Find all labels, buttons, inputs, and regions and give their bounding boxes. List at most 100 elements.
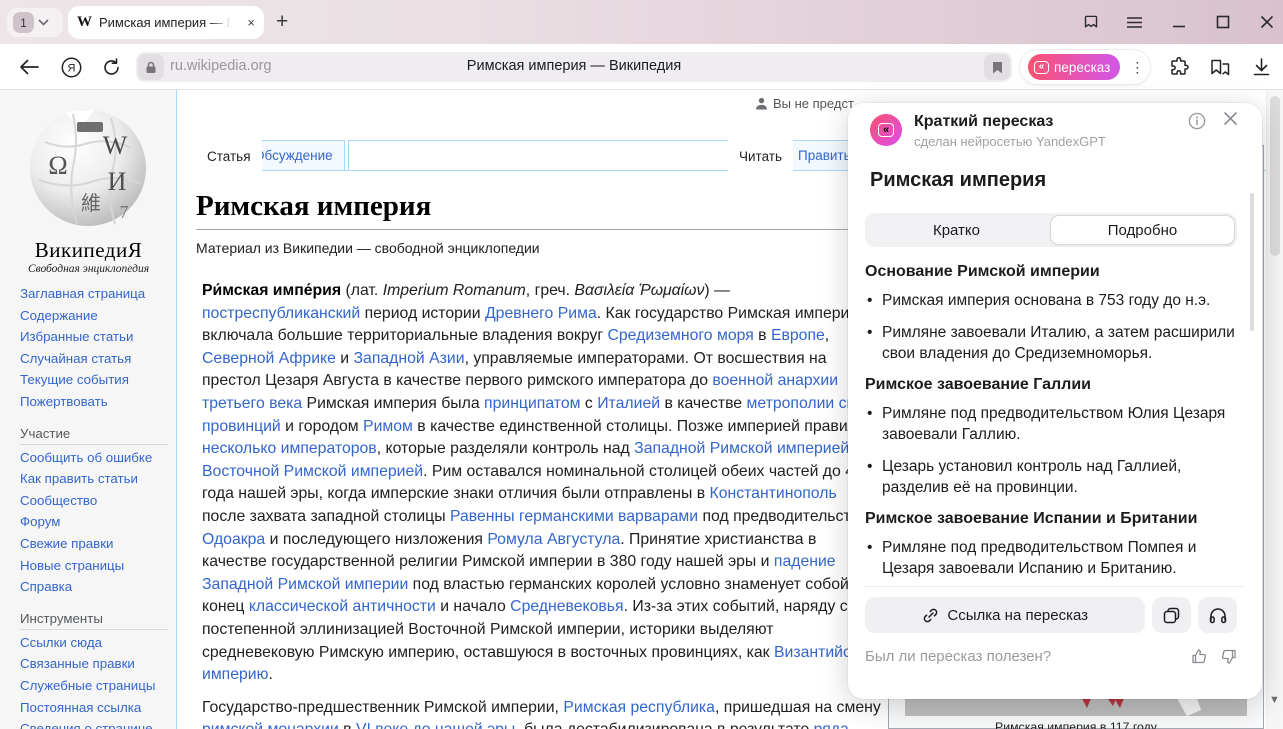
chevron-down-icon bbox=[38, 19, 49, 26]
menu-icon[interactable] bbox=[1126, 14, 1143, 31]
sidebar-link[interactable]: Сведения о странице bbox=[20, 718, 170, 729]
close-window-icon[interactable] bbox=[1258, 14, 1275, 31]
sidebar-link[interactable]: Свежие правки bbox=[20, 533, 170, 555]
page-scrollbar-thumb[interactable] bbox=[1270, 96, 1280, 256]
article-text: и городом bbox=[281, 418, 363, 435]
user-status[interactable]: Вы не предст bbox=[755, 96, 854, 111]
wiki-link[interactable]: постреспубликанский bbox=[202, 305, 360, 322]
copy-icon bbox=[1163, 607, 1180, 624]
rephrase-button[interactable]: « пересказ ⋮ bbox=[1019, 49, 1151, 85]
wiki-link[interactable]: Одоакра bbox=[202, 531, 265, 548]
sidebar-link[interactable]: Содержание bbox=[20, 305, 170, 327]
wiki-link[interactable]: Римская республика bbox=[563, 699, 715, 716]
sidebar-link[interactable]: Избранные статьи bbox=[20, 326, 170, 348]
wiki-link[interactable]: Средиземного моря bbox=[607, 327, 753, 344]
wiki-link[interactable]: Италией bbox=[597, 395, 660, 412]
sidebar-link[interactable]: Пожертвовать bbox=[20, 391, 170, 413]
sidebar-panel-icon[interactable] bbox=[1082, 14, 1099, 31]
summary-section-heading: Римское завоевание Испании и Британии bbox=[865, 509, 1237, 528]
sidebar-link[interactable]: Заглавная страница bbox=[20, 283, 170, 305]
summary-bullet: Римляне под предводительством Юлия Цезар… bbox=[865, 403, 1237, 445]
article-subtitle: Материал из Википедии — свободной энцикл… bbox=[196, 240, 540, 256]
wiki-link[interactable]: Северной Африке bbox=[202, 350, 336, 367]
maximize-icon[interactable] bbox=[1214, 14, 1231, 31]
tab-read[interactable]: Читать bbox=[728, 140, 793, 172]
article-italic: Βασιλεία Ῥωμαίων bbox=[574, 282, 704, 299]
copy-button[interactable] bbox=[1152, 597, 1191, 633]
article-text: в качестве единственной столицы. Позже и… bbox=[413, 418, 866, 435]
thumbs-down-icon[interactable] bbox=[1220, 648, 1237, 665]
sidebar-link[interactable]: Сообщество bbox=[20, 490, 170, 512]
wiki-link[interactable]: принципатом bbox=[484, 395, 580, 412]
minimize-icon[interactable] bbox=[1170, 14, 1187, 31]
article-text: (лат. bbox=[341, 282, 383, 299]
wiki-link[interactable]: Западной Римской империей bbox=[634, 440, 849, 457]
panel-close-icon[interactable] bbox=[1223, 111, 1238, 131]
thumbs-up-icon[interactable] bbox=[1191, 648, 1208, 665]
sidebar-link[interactable]: Новые страницы bbox=[20, 555, 170, 577]
rephrase-pill[interactable]: « пересказ bbox=[1028, 54, 1120, 80]
wiki-link[interactable]: Восточной Римской империей bbox=[202, 463, 423, 480]
wiki-link[interactable]: Константинополь bbox=[710, 485, 837, 502]
sidebar-link[interactable]: Ссылки сюда bbox=[20, 632, 170, 654]
svg-text:Ω: Ω bbox=[48, 151, 67, 180]
sidebar-link[interactable]: Текущие события bbox=[20, 369, 170, 391]
tab-close-icon[interactable]: × bbox=[247, 15, 255, 30]
address-bar[interactable]: ru.wikipedia.org Римская империя — Викип… bbox=[136, 52, 1012, 82]
sidebar-link[interactable]: Случайная статья bbox=[20, 348, 170, 370]
sidebar-link[interactable]: Служебные страницы bbox=[20, 675, 170, 697]
extensions-puzzle-icon[interactable] bbox=[1166, 44, 1192, 90]
sidebar-link[interactable]: Форум bbox=[20, 511, 170, 533]
wiki-link[interactable]: Римом bbox=[363, 418, 413, 435]
rephrase-logo-icon: « bbox=[870, 114, 902, 146]
page-scrollbar[interactable]: ▼ bbox=[1266, 90, 1283, 729]
svg-text:Я: Я bbox=[67, 62, 75, 74]
wiki-link[interactable]: несколько императоров bbox=[202, 440, 377, 457]
article-text: , греч. bbox=[526, 282, 575, 299]
wikipedia-tagline: Свободная энциклопедия bbox=[0, 263, 177, 275]
tab-count: 1 bbox=[13, 12, 34, 33]
info-icon[interactable] bbox=[1188, 112, 1206, 135]
collections-icon[interactable] bbox=[1206, 44, 1234, 90]
wiki-link[interactable]: Древнего Рима bbox=[485, 305, 597, 322]
wiki-link[interactable]: римской монархии bbox=[202, 721, 339, 729]
article-paragraph: Государство-предшественник Римской импер… bbox=[202, 697, 882, 729]
back-icon[interactable] bbox=[16, 44, 42, 90]
wiki-link[interactable]: VI веке до нашей эры bbox=[356, 721, 515, 729]
sidebar-link[interactable]: Сообщить об ошибке bbox=[20, 447, 170, 469]
tab-article[interactable]: Статья bbox=[196, 140, 262, 172]
reload-icon[interactable] bbox=[98, 44, 124, 90]
sidebar-link[interactable]: Как править статьи bbox=[20, 468, 170, 490]
download-icon[interactable] bbox=[1248, 44, 1274, 90]
sidebar-link[interactable]: Справка bbox=[20, 576, 170, 598]
wiki-link[interactable]: Ромула Августула bbox=[487, 531, 620, 548]
article-text: , пришедшая на смену bbox=[715, 699, 881, 716]
sidebar-link[interactable]: Связанные правки bbox=[20, 653, 170, 675]
wiki-sidebar: W Ω И 維 7 ВикипедиЯ Свободная энциклопед… bbox=[0, 90, 177, 729]
tab-brief[interactable]: Кратко bbox=[865, 213, 1048, 247]
summary-bullet: Римская империя основана в 753 году до н… bbox=[865, 290, 1237, 311]
listen-button[interactable] bbox=[1198, 597, 1237, 633]
bookmark-flag-icon[interactable] bbox=[984, 54, 1010, 80]
summary-bullet-list: Римляне под предводительством Помпея и Ц… bbox=[865, 537, 1237, 579]
summary-link-button[interactable]: Ссылка на пересказ bbox=[865, 597, 1145, 633]
wiki-link[interactable]: Равенны bbox=[450, 508, 515, 525]
panel-scrollbar-thumb[interactable] bbox=[1250, 193, 1254, 331]
summary-section-heading: Римское завоевание Галлии bbox=[865, 375, 1237, 394]
wiki-link[interactable]: Европе bbox=[771, 327, 825, 344]
tab-detailed[interactable]: Подробно bbox=[1050, 215, 1235, 245]
wiki-link[interactable]: Западной Азии bbox=[354, 350, 465, 367]
browser-tab[interactable]: W Римская империя — В × bbox=[68, 6, 264, 39]
wikipedia-globe-logo: W Ω И 維 7 bbox=[25, 102, 152, 232]
scroll-down-arrow[interactable]: ▼ bbox=[1269, 694, 1280, 706]
wiki-link[interactable]: Средневековья bbox=[510, 598, 623, 615]
sidebar-link[interactable]: Постоянная ссылка bbox=[20, 697, 170, 719]
yandex-home-icon[interactable]: Я bbox=[58, 44, 84, 90]
new-tab-button[interactable]: + bbox=[276, 10, 288, 34]
article-text: . bbox=[268, 666, 272, 683]
wiki-link[interactable]: классической античности bbox=[249, 598, 436, 615]
wiki-link[interactable]: германскими варварами bbox=[519, 508, 698, 525]
rephrase-menu-icon[interactable]: ⋮ bbox=[1130, 65, 1144, 70]
tab-counter[interactable]: 1 bbox=[7, 8, 63, 37]
article-text: в bbox=[339, 721, 356, 729]
